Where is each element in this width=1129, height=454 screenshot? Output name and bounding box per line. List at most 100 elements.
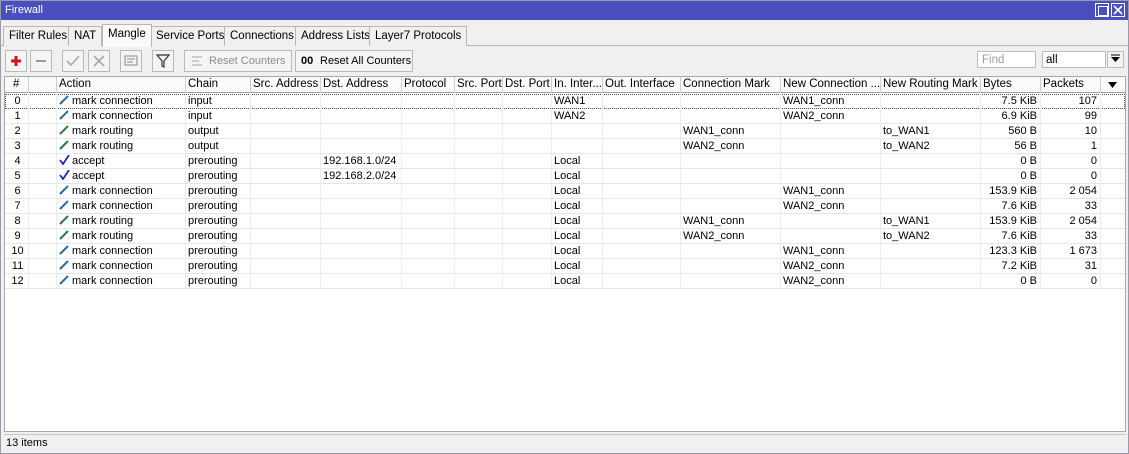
reset-all-counters-button[interactable]: 00 Reset All Counters	[295, 50, 413, 72]
cell-bytes: 123.3 KiB	[981, 244, 1041, 259]
column-header-src-port[interactable]: Src. Port	[455, 77, 503, 93]
find-input[interactable]: Find	[977, 51, 1036, 68]
tab-service-ports[interactable]: Service Ports	[150, 26, 231, 46]
enable-button[interactable]	[62, 50, 84, 72]
cell-packets: 0	[1041, 274, 1101, 289]
column-header-flags[interactable]	[29, 77, 57, 93]
filter-select[interactable]: all	[1042, 51, 1106, 68]
cell-dst-address	[321, 124, 402, 139]
title-bar[interactable]: Firewall	[1, 1, 1128, 20]
column-header-out-interface[interactable]: Out. Interface	[603, 77, 681, 93]
mark-connection-icon	[59, 245, 72, 257]
cell-out-interface	[603, 214, 681, 229]
cell-flags	[29, 274, 57, 289]
cell-new-routing-mark	[881, 154, 981, 169]
column-header-dst-port[interactable]: Dst. Port	[503, 77, 552, 93]
column-header-action[interactable]: Action	[57, 77, 186, 93]
cell-new-connection-mark: WAN2_conn	[781, 109, 881, 124]
cell-in-interface	[552, 124, 603, 139]
cell-packets: 31	[1041, 259, 1101, 274]
table-row[interactable]: 2 mark routing output WAN1_conn to_WAN1 560 B…	[5, 124, 1125, 139]
cell-src-address	[251, 169, 321, 184]
column-chooser-button[interactable]	[1101, 77, 1125, 93]
cell-protocol	[402, 214, 455, 229]
cell-flags	[29, 259, 57, 274]
table-row[interactable]: 1 mark connection input WAN2 WAN2_conn 6.9 Ki…	[5, 109, 1125, 124]
cell-protocol	[402, 184, 455, 199]
minus-icon	[36, 60, 46, 62]
firewall-window: Firewall Filter Rules NAT Mangle Service…	[0, 0, 1129, 454]
cell-packets: 2 054	[1041, 184, 1101, 199]
cell-flags	[29, 139, 57, 154]
tab-connections[interactable]: Connections	[224, 26, 300, 46]
cell-new-routing-mark	[881, 169, 981, 184]
column-header-protocol[interactable]: Protocol	[402, 77, 455, 93]
restore-window-icon[interactable]	[1095, 3, 1109, 17]
action-label: mark connection	[72, 95, 153, 107]
table-row[interactable]: 4 accept prerouting 192.168.1.0/24 Local 0 B0	[5, 154, 1125, 169]
filter-dropdown-button[interactable]	[1107, 51, 1124, 68]
cell-src-address	[251, 274, 321, 289]
column-header-new-connection-mark[interactable]: New Connection ...	[781, 77, 881, 93]
cell-dst-address	[321, 139, 402, 154]
column-header-connection-mark[interactable]: Connection Mark	[681, 77, 781, 93]
mark-routing-icon	[59, 125, 72, 137]
column-header-packets[interactable]: Packets	[1041, 77, 1101, 93]
cell-dst-address	[321, 259, 402, 274]
column-header-src-address[interactable]: Src. Address	[251, 77, 321, 93]
cell-chain: output	[186, 139, 251, 154]
cell-dst-port	[503, 169, 552, 184]
cell-bytes: 0 B	[981, 154, 1041, 169]
cell-action: accept	[57, 169, 186, 184]
filter-button[interactable]	[152, 50, 174, 72]
table-row[interactable]: 9 mark routing prerouting Local WAN2_conn to_…	[5, 229, 1125, 244]
cell-connection-mark	[681, 94, 781, 109]
cell-bytes: 7.6 KiB	[981, 199, 1041, 214]
reset-counters-button[interactable]: Reset Counters	[184, 50, 292, 72]
table-row[interactable]: 5 accept prerouting 192.168.2.0/24 Local 0 B0	[5, 169, 1125, 184]
tab-address-lists[interactable]: Address Lists	[295, 26, 377, 46]
disable-button[interactable]	[88, 50, 110, 72]
table-row[interactable]: 6 mark connection prerouting Local WAN1_conn…	[5, 184, 1125, 199]
cell-in-interface: Local	[552, 199, 603, 214]
cell-flags	[29, 94, 57, 109]
cell-bytes: 7.6 KiB	[981, 229, 1041, 244]
table-row[interactable]: 0 mark connection input WAN1 WAN1_conn 7.5 Ki…	[5, 94, 1125, 109]
column-header-chain[interactable]: Chain	[186, 77, 251, 93]
tab-mangle[interactable]: Mangle	[102, 24, 152, 47]
tab-layer7-protocols[interactable]: Layer7 Protocols	[369, 26, 468, 46]
tab-filter-rules[interactable]: Filter Rules	[3, 26, 74, 46]
close-window-icon[interactable]	[1111, 3, 1125, 17]
check-icon	[66, 55, 80, 67]
cell-dst-port	[503, 244, 552, 259]
tab-nat[interactable]: NAT	[68, 26, 103, 46]
table-row[interactable]: 7 mark connection prerouting Local WAN2_conn…	[5, 199, 1125, 214]
cell-chain: output	[186, 124, 251, 139]
table-row[interactable]: 10 mark connection prerouting Local WAN1_con…	[5, 244, 1125, 259]
cell-dst-port	[503, 214, 552, 229]
cell-src-address	[251, 184, 321, 199]
tab-strip: Filter Rules NAT Mangle Service Ports Co…	[1, 24, 1128, 47]
cell-chain: prerouting	[186, 244, 251, 259]
column-header-in-interface[interactable]: In. Inter...	[552, 77, 603, 93]
mangle-rules-table: # Action Chain Src. Address Dst. Address…	[4, 76, 1126, 432]
cell-new-routing-mark: to_WAN2	[881, 229, 981, 244]
column-header-new-routing-mark[interactable]: New Routing Mark	[881, 77, 981, 93]
remove-button[interactable]	[30, 50, 52, 72]
cell-src-address	[251, 229, 321, 244]
cell-connection-mark	[681, 154, 781, 169]
column-header-bytes[interactable]: Bytes	[981, 77, 1041, 93]
table-row[interactable]: 8 mark routing prerouting Local WAN1_conn to_…	[5, 214, 1125, 229]
column-header-dst-address[interactable]: Dst. Address	[321, 77, 402, 93]
column-header-number[interactable]: #	[5, 77, 29, 93]
table-row[interactable]: 12 mark connection prerouting Local WAN2_con…	[5, 274, 1125, 289]
cell-action: mark connection	[57, 259, 186, 274]
add-button[interactable]	[5, 50, 27, 72]
table-row[interactable]: 3 mark routing output WAN2_conn to_WAN2 56 B1	[5, 139, 1125, 154]
cell-chain: prerouting	[186, 154, 251, 169]
cell-packets: 1	[1041, 139, 1101, 154]
mark-routing-icon	[59, 215, 72, 227]
comment-button[interactable]	[120, 50, 142, 72]
cell-flags	[29, 214, 57, 229]
table-row[interactable]: 11 mark connection prerouting Local WAN2_con…	[5, 259, 1125, 274]
